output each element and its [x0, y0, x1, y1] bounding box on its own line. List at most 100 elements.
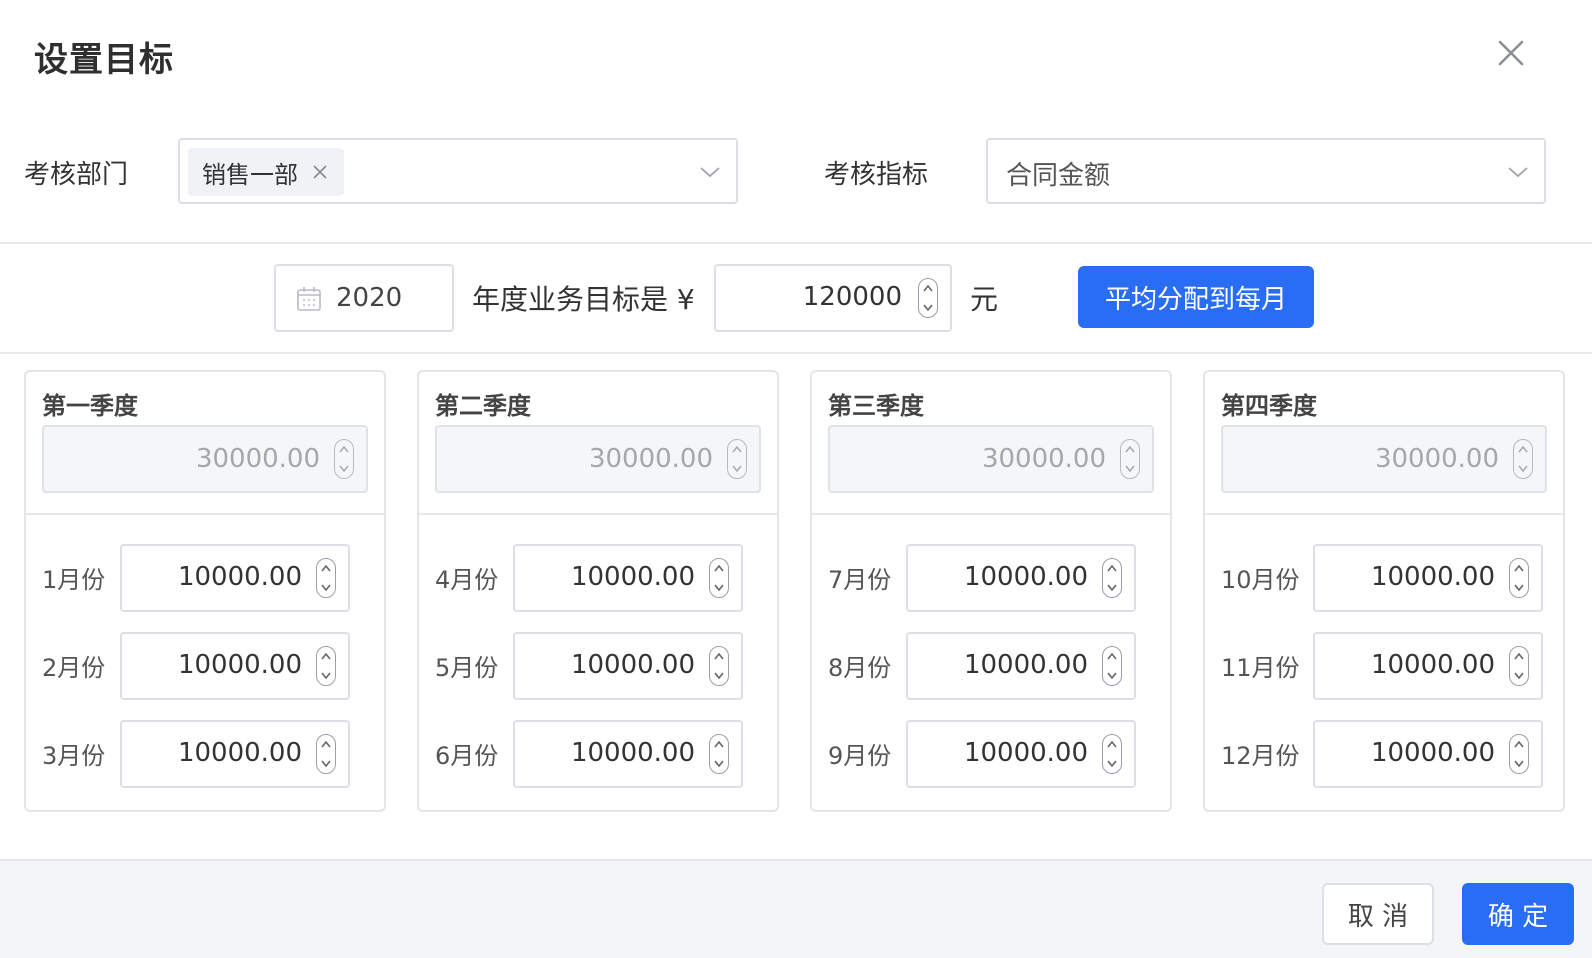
spinner-icon[interactable]: [709, 734, 729, 774]
year-picker[interactable]: 2020: [274, 264, 454, 332]
annual-amount-input[interactable]: 120000: [714, 264, 952, 332]
unit-label: 元: [970, 283, 999, 316]
month-value: 10000.00: [963, 738, 1088, 768]
spinner-icon[interactable]: [1102, 646, 1122, 686]
spinner-icon[interactable]: [1509, 558, 1529, 598]
month-label: 8月份: [828, 654, 892, 682]
month-label: 11月份: [1221, 654, 1300, 682]
quarter-total-value: 30000.00: [1374, 444, 1499, 474]
month-label: 10月份: [1221, 566, 1300, 594]
month-value: 10000.00: [177, 650, 302, 680]
divider: [0, 352, 1592, 354]
department-label: 考核部门: [24, 160, 129, 190]
month-value: 10000.00: [963, 650, 1088, 680]
spinner-icon[interactable]: [918, 278, 938, 318]
month-input[interactable]: 10000.00: [513, 720, 743, 788]
month-value: 10000.00: [963, 562, 1088, 592]
month-value: 10000.00: [177, 562, 302, 592]
spinner-icon[interactable]: [1509, 734, 1529, 774]
quarter-total-input: 30000.00: [435, 425, 761, 493]
metric-select[interactable]: 合同金额: [986, 138, 1546, 204]
spinner-icon[interactable]: [1509, 646, 1529, 686]
spinner-icon: [334, 439, 354, 479]
month-value: 10000.00: [177, 738, 302, 768]
metric-label: 考核指标: [824, 160, 929, 190]
month-input[interactable]: 10000.00: [906, 632, 1136, 700]
quarter-title: 第三季度: [828, 392, 924, 420]
spinner-icon[interactable]: [316, 734, 336, 774]
spinner-icon: [1513, 439, 1533, 479]
quarter-card-q3: 第三季度 30000.00 7月份 10000.00 8月份 10000.00: [810, 370, 1172, 812]
month-label: 9月份: [828, 742, 892, 770]
quarter-total-input: 30000.00: [42, 425, 368, 493]
chevron-down-icon: [1508, 167, 1528, 178]
quarter-title: 第二季度: [435, 392, 531, 420]
spinner-icon[interactable]: [1102, 558, 1122, 598]
cancel-label: 取 消: [1347, 901, 1409, 932]
dialog-footer: 取 消 确 定: [0, 859, 1592, 958]
metric-value: 合同金额: [1006, 161, 1111, 191]
month-value: 10000.00: [1370, 650, 1495, 680]
quarter-card-q4: 第四季度 30000.00 10月份 10000.00 11月份 10000.0…: [1203, 370, 1565, 812]
annual-target-label: 年度业务目标是 ¥: [472, 283, 695, 316]
month-label: 6月份: [435, 742, 499, 770]
department-select[interactable]: 销售一部: [178, 138, 738, 204]
quarter-total-value: 30000.00: [195, 444, 320, 474]
month-label: 4月份: [435, 566, 499, 594]
close-icon[interactable]: [1490, 32, 1532, 74]
quarter-card-q2: 第二季度 30000.00 4月份 10000.00 5月份 10000.00: [417, 370, 779, 812]
confirm-label: 确 定: [1487, 901, 1549, 932]
month-input[interactable]: 10000.00: [120, 632, 350, 700]
annual-amount-value: 120000: [802, 282, 902, 312]
month-value: 10000.00: [570, 562, 695, 592]
month-input[interactable]: 10000.00: [513, 544, 743, 612]
chevron-down-icon: [700, 167, 720, 178]
spinner-icon[interactable]: [709, 558, 729, 598]
spinner-icon: [1120, 439, 1140, 479]
tag-remove-icon[interactable]: [310, 162, 330, 182]
calendar-icon: [297, 287, 321, 311]
quarter-title: 第一季度: [42, 392, 138, 420]
month-value: 10000.00: [570, 738, 695, 768]
quarter-card-q1: 第一季度 30000.00 1月份 10000.00 2月份 10000.00: [24, 370, 386, 812]
month-input[interactable]: 10000.00: [906, 720, 1136, 788]
month-label: 3月份: [42, 742, 106, 770]
department-tag: 销售一部: [188, 148, 344, 196]
quarter-total-input: 30000.00: [1221, 425, 1547, 493]
month-input[interactable]: 10000.00: [120, 544, 350, 612]
divider: [26, 513, 384, 515]
confirm-button[interactable]: 确 定: [1462, 883, 1574, 945]
dialog-title: 设置目标: [34, 40, 174, 80]
month-value: 10000.00: [570, 650, 695, 680]
month-input[interactable]: 10000.00: [513, 632, 743, 700]
month-label: 2月份: [42, 654, 106, 682]
spinner-icon: [727, 439, 747, 479]
spinner-icon[interactable]: [316, 646, 336, 686]
divider: [0, 242, 1592, 244]
quarter-total-value: 30000.00: [588, 444, 713, 474]
cancel-button[interactable]: 取 消: [1322, 883, 1434, 945]
set-target-dialog: 设置目标 考核部门 销售一部 考核指标 合同金额 2020 年度业务目标是 ¥ …: [0, 0, 1592, 958]
divider: [812, 513, 1170, 515]
month-value: 10000.00: [1370, 562, 1495, 592]
divider: [419, 513, 777, 515]
month-label: 12月份: [1221, 742, 1300, 770]
spinner-icon[interactable]: [709, 646, 729, 686]
distribute-monthly-button[interactable]: 平均分配到每月: [1078, 266, 1314, 328]
distribute-monthly-label: 平均分配到每月: [1104, 284, 1287, 315]
month-input[interactable]: 10000.00: [906, 544, 1136, 612]
month-input[interactable]: 10000.00: [120, 720, 350, 788]
department-tag-label: 销售一部: [202, 160, 298, 189]
quarter-title: 第四季度: [1221, 392, 1317, 420]
spinner-icon[interactable]: [1102, 734, 1122, 774]
year-value: 2020: [336, 283, 403, 313]
month-input[interactable]: 10000.00: [1313, 720, 1543, 788]
month-label: 5月份: [435, 654, 499, 682]
month-value: 10000.00: [1370, 738, 1495, 768]
month-input[interactable]: 10000.00: [1313, 632, 1543, 700]
month-input[interactable]: 10000.00: [1313, 544, 1543, 612]
spinner-icon[interactable]: [316, 558, 336, 598]
month-label: 7月份: [828, 566, 892, 594]
quarter-total-input: 30000.00: [828, 425, 1154, 493]
month-label: 1月份: [42, 566, 106, 594]
